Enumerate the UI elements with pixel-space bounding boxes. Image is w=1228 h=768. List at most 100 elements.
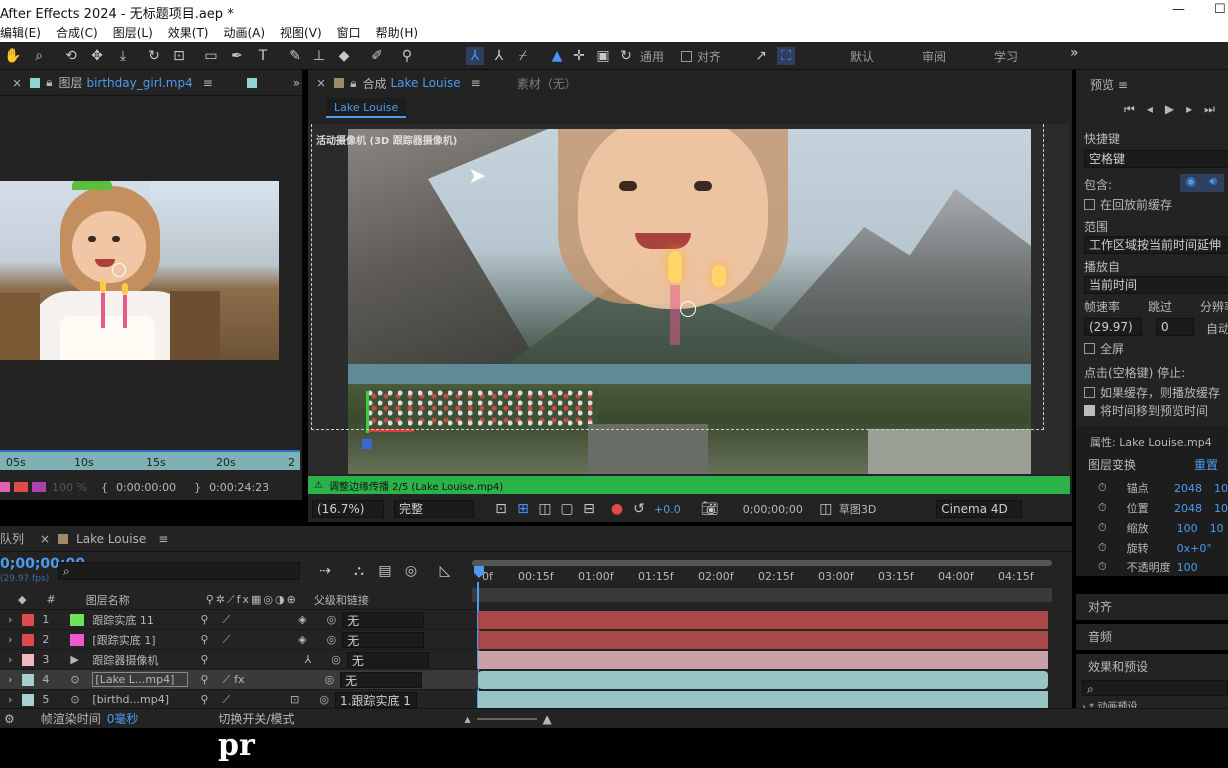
include-audio-icon[interactable]: 🔊︎ <box>1202 174 1224 192</box>
anchor-y[interactable]: 10 <box>1214 482 1228 495</box>
expand-icon[interactable]: › <box>8 653 12 666</box>
workspace-learn[interactable]: 学习 <box>994 48 1018 65</box>
footage-tab[interactable]: 素材（无） <box>517 75 577 92</box>
layer-row[interactable]: › 4 ⊙ [Lake L...mp4] ⚲ ⟋ fx ◎ 无 <box>0 670 478 690</box>
3d-layer-switch-icon[interactable]: ◈ <box>298 613 306 626</box>
clone-stamp-icon[interactable]: ⊥ <box>310 47 328 65</box>
quality-switch-icon[interactable]: ⟋ <box>222 673 230 687</box>
shy-switch-icon[interactable]: ⚲ <box>200 673 208 686</box>
stopwatch-icon[interactable]: ⏱ <box>1098 560 1107 574</box>
pickwhip-icon[interactable]: ◎ <box>319 693 329 706</box>
fullscreen-checkbox[interactable] <box>1084 343 1095 354</box>
type-tool-icon[interactable]: T <box>254 47 272 65</box>
zoom-out-icon[interactable]: ▴ <box>464 712 470 726</box>
last-frame-icon[interactable]: ⏭ <box>1204 102 1227 116</box>
parent-dropdown[interactable]: 无 <box>342 611 425 628</box>
render-queue-tab[interactable]: 队列 <box>0 530 24 547</box>
quality-switch-icon[interactable]: ⟋ <box>222 613 230 627</box>
resolution-dropdown[interactable]: 自动 <box>1206 320 1228 337</box>
anchor-point-icon[interactable] <box>112 263 126 277</box>
timeline-ruler[interactable]: 0f 00:15f 01:00f 01:15f 02:00f 02:15f 03… <box>472 556 1052 602</box>
comp-mini-flowchart-icon[interactable]: ⇢ <box>316 562 334 580</box>
scale-y[interactable]: 10 <box>1210 522 1224 535</box>
snap-universal-label[interactable]: 通用 <box>640 48 664 65</box>
align-panel-tab[interactable]: 对齐 <box>1076 594 1228 620</box>
hand-tool-icon[interactable]: ✋ <box>4 47 22 65</box>
comp-timecode[interactable]: 0;00;00;00 <box>743 503 803 516</box>
brush-tool-icon[interactable]: ✎ <box>286 47 304 65</box>
effects-search-input[interactable]: ⌕ <box>1082 680 1228 696</box>
pickwhip-icon[interactable]: ◎ <box>327 633 337 646</box>
in-point-icon[interactable]: { <box>101 481 108 494</box>
layer-name[interactable]: 跟踪器摄像机 <box>92 652 188 668</box>
menu-window[interactable]: 窗口 <box>337 24 361 41</box>
layer-name[interactable]: 跟踪实底 11 <box>92 612 188 628</box>
layer-row[interactable]: › 1 跟踪实底 11 ⚲ ⟋ ◈ ◎ 无 <box>0 610 478 630</box>
audio-panel-tab[interactable]: 音频 <box>1076 624 1228 650</box>
roto-brush-icon[interactable]: ✐ <box>368 47 386 65</box>
position-y[interactable]: 10 <box>1214 502 1228 515</box>
range-dropdown[interactable]: 工作区域按当前时间延伸 <box>1084 236 1228 254</box>
pickwhip-icon[interactable]: ◎ <box>325 673 335 686</box>
pan-behind-icon[interactable]: ⊡ <box>170 47 188 65</box>
parent-dropdown[interactable]: 无 <box>340 671 423 688</box>
stopwatch-icon[interactable]: ⏱ <box>1098 481 1107 495</box>
close-icon[interactable]: × <box>12 76 22 90</box>
layer-duration-bar[interactable] <box>478 691 1048 709</box>
layer-row[interactable]: › 2 [跟踪实底 1] ⚲ ⟋ ◈ ◎ 无 <box>0 630 478 650</box>
renderer-dropdown[interactable]: Cinema 4D <box>936 500 1023 518</box>
rotation-value[interactable]: 0x+0° <box>1177 542 1212 555</box>
3d-layer-switch-icon[interactable]: ⊡ <box>290 693 299 706</box>
toggle-switches-modes[interactable]: 切换开关/模式 <box>218 710 294 727</box>
expand-icon[interactable]: › <box>8 613 12 626</box>
orbit-camera-icon[interactable]: ⟲ <box>62 47 80 65</box>
menu-effect[interactable]: 效果(T) <box>168 24 209 41</box>
zoom-in-icon[interactable]: ▲ <box>543 712 552 726</box>
panel-menu-icon[interactable]: ≡ <box>1118 78 1128 92</box>
prev-frame-icon[interactable]: ◂ <box>1147 102 1165 116</box>
play-from-dropdown[interactable]: 当前时间 <box>1084 276 1228 294</box>
scale-gizmo-icon[interactable]: ▣ <box>594 47 612 65</box>
stopwatch-icon[interactable]: ⏱ <box>1098 501 1107 515</box>
layer-label-color[interactable] <box>22 693 35 706</box>
snap-icon[interactable]: ↗ <box>752 47 770 65</box>
move-time-checkbox[interactable] <box>1084 405 1095 416</box>
layer-name-column-header[interactable]: 图层名称 <box>86 592 130 608</box>
layer-label-color[interactable] <box>22 653 35 666</box>
channel-swatch[interactable] <box>14 482 28 492</box>
maximize-button[interactable]: ☐ <box>1214 2 1226 17</box>
color-channel-icon[interactable]: ● <box>608 500 626 518</box>
resolution-dropdown[interactable]: 完整 <box>394 500 474 518</box>
workspace-review[interactable]: 审阅 <box>922 48 946 65</box>
rectangle-tool-icon[interactable]: ▭ <box>202 47 220 65</box>
layer-tab-name[interactable]: birthday_girl.mp4 <box>86 76 192 90</box>
number-column-header[interactable]: # <box>46 593 55 606</box>
timeline-zoom-slider[interactable] <box>476 717 537 720</box>
zoom-level[interactable]: 100 % <box>52 481 87 494</box>
menu-animation[interactable]: 动画(A) <box>223 24 265 41</box>
parent-column-header[interactable]: 父级和链接 <box>314 592 369 608</box>
layer-label-color[interactable] <box>22 633 35 646</box>
parent-dropdown[interactable]: 1.跟踪实底 1 <box>335 691 417 708</box>
shy-switch-icon[interactable]: ⚲ <box>200 693 208 706</box>
fps-dropdown[interactable]: (29.97) <box>1084 318 1142 336</box>
region-of-interest-icon[interactable]: ▢ <box>558 500 576 518</box>
opacity-value[interactable]: 100 <box>1177 561 1198 574</box>
zoom-tool-icon[interactable]: ⌕ <box>30 47 48 65</box>
expand-panel-icon[interactable]: » <box>293 76 300 90</box>
quality-switch-icon[interactable]: ⟋ <box>222 633 230 647</box>
draft3d-label[interactable]: 草图3D <box>839 501 876 517</box>
include-video-icon[interactable]: ◉ <box>1180 174 1202 192</box>
snapshot-icon[interactable]: 📷︎ <box>701 500 719 518</box>
layer-name[interactable]: [Lake L...mp4] <box>92 672 189 687</box>
expand-icon[interactable]: › <box>8 673 12 686</box>
graph-editor-icon[interactable]: ◺ <box>436 562 454 580</box>
zoom-dropdown[interactable]: (16.7%) <box>312 500 384 518</box>
grid-guides-icon[interactable]: ⊟ <box>580 500 598 518</box>
layer-label-color[interactable] <box>22 673 35 686</box>
expand-icon[interactable]: › <box>8 633 12 646</box>
cache-before-checkbox[interactable] <box>1084 199 1095 210</box>
transparency-grid-icon[interactable]: ⊞ <box>514 500 532 518</box>
layer-duration-bar[interactable] <box>478 651 1048 669</box>
menu-view[interactable]: 视图(V) <box>280 24 322 41</box>
